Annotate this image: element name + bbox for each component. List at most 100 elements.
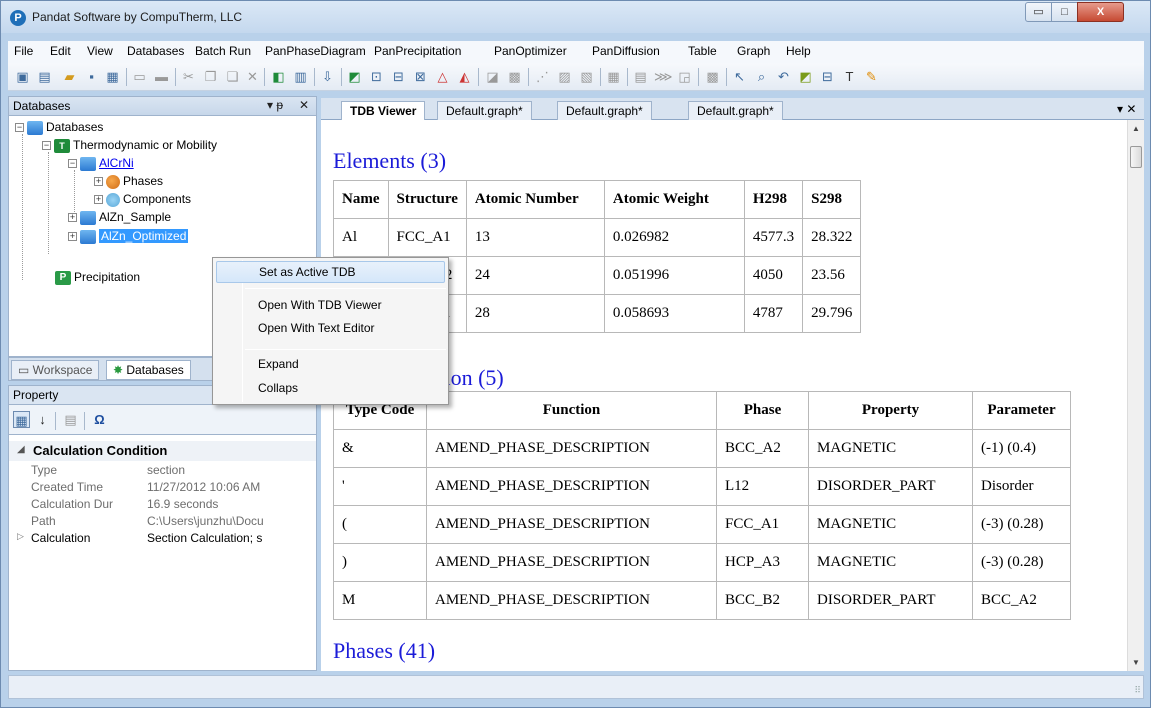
cut-icon[interactable]: ✂ bbox=[180, 68, 197, 85]
point-calc-icon[interactable]: ⊡ bbox=[368, 68, 385, 85]
table-view-icon[interactable]: ▥ bbox=[292, 68, 309, 85]
import-icon[interactable]: ◧ bbox=[270, 68, 287, 85]
open-folder-icon[interactable]: ▰ bbox=[61, 68, 78, 85]
expand-triangle-icon[interactable]: ▷ bbox=[17, 531, 24, 542]
panel-pin-icon[interactable]: ▾ ᵽ bbox=[267, 98, 283, 112]
text-tool-icon[interactable]: T bbox=[841, 68, 858, 85]
tree-node-databases[interactable]: − Databases bbox=[15, 120, 103, 138]
pointer-icon[interactable]: ↖ bbox=[731, 68, 748, 85]
property-row-calculation[interactable]: ▷ Calculation Section Calculation; s bbox=[9, 531, 316, 548]
legend-icon[interactable]: ⊟ bbox=[819, 68, 836, 85]
tree-node-precipitation[interactable]: P Precipitation bbox=[42, 270, 140, 288]
tab-graph-1[interactable]: Default.graph* bbox=[437, 101, 532, 120]
database-icon bbox=[80, 229, 96, 244]
scroll-down-icon[interactable]: ▼ bbox=[1132, 658, 1140, 667]
expand-icon[interactable]: + bbox=[68, 232, 77, 242]
collapse-triangle-icon[interactable]: ◢ bbox=[17, 444, 25, 455]
menu-file[interactable]: File bbox=[14, 44, 33, 58]
pencil-icon[interactable]: ✎ bbox=[863, 68, 880, 85]
tab-workspace[interactable]: ▭ Workspace bbox=[11, 360, 100, 380]
menu-panprecipitation[interactable]: PanPrecipitation bbox=[374, 44, 461, 58]
graph-settings-icon[interactable]: ▩ bbox=[506, 68, 523, 85]
menu-databases[interactable]: Databases bbox=[127, 44, 184, 58]
menu-view[interactable]: View bbox=[87, 44, 113, 58]
expand-icon[interactable]: + bbox=[68, 213, 77, 223]
new-file-icon[interactable]: ▤ bbox=[36, 68, 53, 85]
save-all-icon[interactable]: ▦ bbox=[104, 68, 121, 85]
components-icon bbox=[106, 192, 120, 207]
menu-edit[interactable]: Edit bbox=[50, 44, 71, 58]
menu-panoptimizer[interactable]: PanOptimizer bbox=[494, 44, 567, 58]
chart-icon[interactable]: ⋙ bbox=[654, 68, 673, 85]
section-calc-icon[interactable]: ⊠ bbox=[412, 68, 429, 85]
menu-item-collapse[interactable]: Collaps bbox=[216, 378, 445, 400]
tab-list-menu-icon[interactable]: ▾ ✕ bbox=[1117, 102, 1136, 116]
plot-grid-icon[interactable]: ▧ bbox=[578, 68, 595, 85]
menu-batch-run[interactable]: Batch Run bbox=[195, 44, 251, 58]
tree-node-phases[interactable]: + Phases bbox=[94, 174, 163, 192]
graph-icon[interactable]: ◪ bbox=[484, 68, 501, 85]
download-icon[interactable]: ⇩ bbox=[319, 68, 336, 85]
tree-node-alzn-sample[interactable]: + AlZn_Sample bbox=[68, 210, 171, 228]
tab-graph-3[interactable]: Default.graph* bbox=[688, 101, 783, 120]
property-row-path[interactable]: Path C:\Users\junzhu\Docu bbox=[9, 514, 316, 531]
vertical-scrollbar[interactable]: ▲ ▼ bbox=[1127, 120, 1144, 671]
table-icon[interactable]: ▦ bbox=[605, 68, 622, 85]
contour-icon[interactable]: ◭ bbox=[456, 68, 473, 85]
sort-alpha-icon[interactable]: ↓ bbox=[34, 411, 51, 428]
categorized-icon[interactable]: ▦ bbox=[13, 411, 30, 428]
tab-tdb-viewer[interactable]: TDB Viewer bbox=[341, 101, 426, 120]
plot-points-icon[interactable]: ⋰ bbox=[534, 68, 551, 85]
expand-icon[interactable]: + bbox=[94, 177, 103, 187]
plot-table-icon[interactable]: ▨ bbox=[556, 68, 573, 85]
tree-node-thermo[interactable]: − T Thermodynamic or Mobility bbox=[42, 138, 217, 156]
thermo-db-icon[interactable]: ◩ bbox=[346, 68, 363, 85]
collapse-icon[interactable]: − bbox=[68, 159, 77, 169]
tree-node-components[interactable]: + Components bbox=[94, 192, 191, 210]
close-button[interactable]: X bbox=[1077, 2, 1124, 22]
property-pages-icon[interactable]: ▤ bbox=[62, 411, 79, 428]
menu-graph[interactable]: Graph bbox=[737, 44, 770, 58]
collapse-icon[interactable]: − bbox=[42, 141, 51, 151]
menu-panphasediagram[interactable]: PanPhaseDiagram bbox=[265, 44, 366, 58]
scroll-up-icon[interactable]: ▲ bbox=[1132, 124, 1140, 133]
property-row-duration[interactable]: Calculation Dur 16.9 seconds bbox=[9, 497, 316, 514]
menu-pandiffusion[interactable]: PanDiffusion bbox=[592, 44, 660, 58]
ternary-calc-icon[interactable]: △ bbox=[434, 68, 451, 85]
property-row-created[interactable]: Created Time 11/27/2012 10:06 AM bbox=[9, 480, 316, 497]
omega-icon[interactable]: Ω bbox=[91, 411, 108, 428]
batch-icon[interactable]: ▩ bbox=[704, 68, 721, 85]
menu-item-set-active-tdb[interactable]: Set as Active TDB bbox=[216, 261, 445, 283]
tree-node-alzn-optimized[interactable]: + AlZn_Optimized bbox=[68, 229, 189, 247]
chart-export-icon[interactable]: ◲ bbox=[676, 68, 693, 85]
paste-icon[interactable]: ❏ bbox=[224, 68, 241, 85]
line-calc-icon[interactable]: ⊟ bbox=[390, 68, 407, 85]
menu-item-open-tdb-viewer[interactable]: Open With TDB Viewer bbox=[216, 295, 445, 317]
scroll-thumb[interactable] bbox=[1130, 146, 1142, 168]
delete-icon[interactable]: ✕ bbox=[244, 68, 261, 85]
tab-graph-2[interactable]: Default.graph* bbox=[557, 101, 652, 120]
property-row-type[interactable]: Type section bbox=[9, 463, 316, 480]
expand-icon[interactable]: + bbox=[94, 195, 103, 205]
collapse-icon[interactable]: − bbox=[15, 123, 24, 133]
export-table-icon[interactable]: ▤ bbox=[632, 68, 649, 85]
menu-item-expand[interactable]: Expand bbox=[216, 354, 445, 376]
edit-icon[interactable]: ◩ bbox=[797, 68, 814, 85]
menu-table[interactable]: Table bbox=[688, 44, 717, 58]
minimize-button[interactable]: ▭ bbox=[1025, 2, 1052, 22]
resize-grip-icon[interactable]: ⠿ bbox=[1134, 685, 1141, 696]
new-workspace-icon[interactable]: ▣ bbox=[14, 68, 31, 85]
copy-icon[interactable]: ❐ bbox=[202, 68, 219, 85]
save-icon[interactable]: ▪ bbox=[83, 68, 100, 85]
tab-databases[interactable]: ✸ Databases bbox=[106, 360, 191, 380]
property-category[interactable]: ◢ Calculation Condition bbox=[9, 441, 316, 461]
lasso-icon[interactable]: ↶ bbox=[775, 68, 792, 85]
panel-close-icon[interactable]: ✕ bbox=[299, 98, 309, 112]
menu-help[interactable]: Help bbox=[786, 44, 811, 58]
menu-item-open-text-editor[interactable]: Open With Text Editor bbox=[216, 318, 445, 340]
tree-node-alcrni[interactable]: − AlCrNi bbox=[68, 156, 134, 174]
print-preview-icon[interactable]: ▭ bbox=[131, 68, 148, 85]
zoom-icon[interactable]: ⌕ bbox=[753, 68, 770, 85]
print-icon[interactable]: ▬ bbox=[153, 68, 170, 85]
maximize-button[interactable]: □ bbox=[1051, 2, 1078, 22]
